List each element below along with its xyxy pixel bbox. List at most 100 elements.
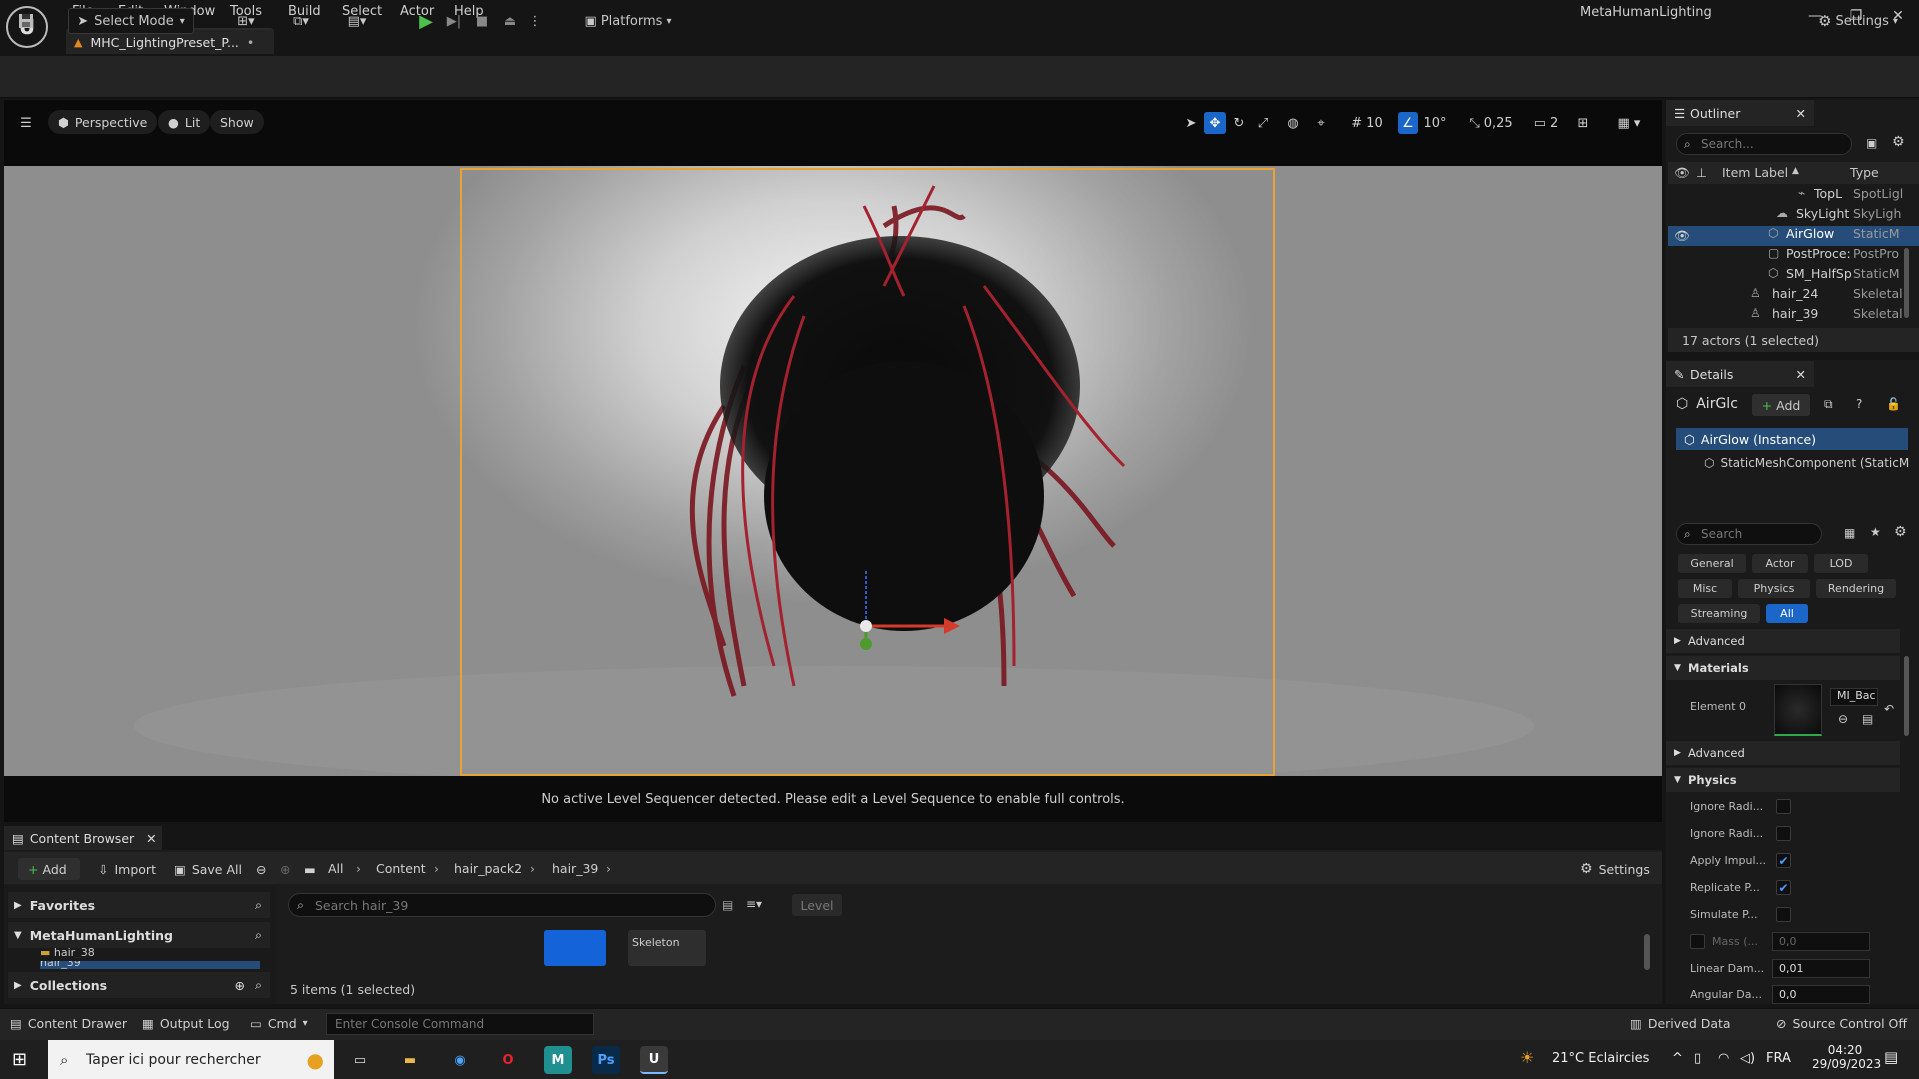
viewport-scene[interactable]	[4, 166, 1662, 776]
grid-snap-button[interactable]: # 10	[1344, 112, 1390, 134]
world-space-icon[interactable]: ◍	[1282, 112, 1304, 134]
filter-general[interactable]: General	[1678, 554, 1746, 573]
file-explorer-icon[interactable]: ▬	[396, 1046, 424, 1074]
favorite-star-icon[interactable]: ★	[1870, 525, 1881, 539]
crumb-hair-pack2[interactable]: hair_pack2	[454, 861, 522, 876]
chrome-icon[interactable]: ◉	[446, 1046, 474, 1074]
close-tab-icon[interactable]: ✕	[1796, 367, 1806, 382]
maya-icon[interactable]: M	[544, 1046, 572, 1074]
visibility-icon[interactable]: 👁	[1674, 165, 1690, 181]
photoshop-icon[interactable]: Ps	[592, 1046, 620, 1074]
lit-button[interactable]: ● Lit	[158, 110, 211, 134]
folder-tree[interactable]: ▬ hair_38	[40, 948, 260, 958]
checkbox-checked[interactable]: ✔	[1776, 880, 1791, 895]
collections-section[interactable]: ▶ Collections ⊕ ⌕	[8, 972, 270, 998]
outliner-row[interactable]: ▢ PostProce: PostPro	[1668, 246, 1919, 266]
mass-value[interactable]: 0,0	[1772, 932, 1870, 951]
clock[interactable]: 04:20 29/09/2023	[1812, 1043, 1881, 1071]
platforms-dropdown[interactable]: ▣ Platforms ▾	[578, 8, 678, 34]
filter-actor[interactable]: Actor	[1752, 554, 1808, 573]
weather-text[interactable]: 21°C Eclaircies	[1552, 1051, 1649, 1066]
materials-section[interactable]: ▼ Materials	[1666, 656, 1900, 680]
volume-icon[interactable]: ◁)	[1740, 1051, 1755, 1066]
details-search-input[interactable]: ⌕ Search	[1676, 523, 1822, 545]
select-mode-dropdown[interactable]: ➤ Select Mode ▾	[68, 8, 194, 34]
cb-save-all-button[interactable]: ▣ Save All	[174, 858, 242, 880]
crumb-content[interactable]: Content	[376, 861, 426, 876]
cb-import-button[interactable]: ⇩ Import	[98, 858, 156, 880]
outliner-row[interactable]: ☁ SkyLight SkyLigh	[1668, 206, 1919, 226]
cb-search-input[interactable]: ⌕ Search hair_39	[288, 893, 716, 917]
outliner-row[interactable]: ⌁ TopL SpotLigl	[1668, 186, 1919, 206]
checkbox[interactable]	[1776, 826, 1791, 841]
viewport-menu-icon[interactable]: ☰	[14, 112, 38, 134]
show-button[interactable]: Show	[210, 110, 264, 134]
output-log-button[interactable]: ▦ Output Log	[142, 1016, 230, 1031]
translate-tool-icon[interactable]: ✥	[1204, 112, 1226, 134]
advanced-section-1[interactable]: ▶ Advanced	[1666, 629, 1900, 653]
details-add-button[interactable]: + Add	[1752, 394, 1810, 416]
use-selected-icon[interactable]: ▤	[1862, 712, 1873, 726]
history-forward-icon[interactable]: ⊕	[280, 858, 290, 880]
component-root[interactable]: ⬡ AirGlow (Instance)	[1676, 428, 1908, 450]
outliner-row-selected[interactable]: 👁 ⬡ AirGlow StaticM	[1668, 226, 1919, 246]
filter-rendering[interactable]: Rendering	[1816, 579, 1896, 598]
col-item-label[interactable]: Item Label	[1722, 165, 1788, 180]
camera-speed-button[interactable]: ▭ 2	[1528, 112, 1564, 134]
checkbox[interactable]	[1690, 934, 1705, 949]
lock-icon[interactable]: 🔓	[1886, 397, 1901, 411]
play-icon[interactable]: ▶	[414, 8, 438, 34]
outliner-tab[interactable]: ☰ Outliner ✕	[1666, 100, 1814, 126]
folder-hair-38[interactable]: hair_38	[54, 948, 95, 958]
windows-start-icon[interactable]: ⊞	[12, 1049, 27, 1070]
col-type[interactable]: Type	[1850, 165, 1879, 180]
reset-arrow-icon[interactable]: ↶	[1884, 702, 1894, 716]
perspective-button[interactable]: ⬢ Perspective	[48, 110, 158, 134]
add-collection-icon[interactable]: ⊕	[235, 978, 245, 993]
rotate-tool-icon[interactable]: ↻	[1228, 112, 1250, 134]
cb-scrollbar[interactable]	[1644, 934, 1650, 970]
angular-damping-value[interactable]: 0,0	[1772, 985, 1870, 1004]
close-tab-icon[interactable]: ✕	[1796, 106, 1806, 121]
outliner-row[interactable]: ♙ hair_24 Skeletal	[1668, 286, 1919, 306]
scale-snap-button[interactable]: ⤡ 0,25	[1462, 112, 1520, 134]
blueprint-icon[interactable]: ⧉	[1824, 397, 1833, 412]
search-icon[interactable]: ⌕	[255, 927, 262, 943]
console-command-input[interactable]: Enter Console Command	[326, 1013, 594, 1035]
checkbox[interactable]	[1776, 907, 1791, 922]
help-icon[interactable]: ?	[1856, 397, 1862, 411]
details-scrollbar[interactable]	[1904, 656, 1909, 736]
unreal-taskbar-icon[interactable]: U	[640, 1046, 668, 1074]
linear-damping-value[interactable]: 0,01	[1772, 959, 1870, 978]
checkbox[interactable]	[1776, 799, 1791, 814]
add-folder-icon[interactable]: ▣	[1866, 136, 1877, 150]
step-icon[interactable]: ▶|	[442, 8, 466, 34]
browse-asset-icon[interactable]: ⊖	[1838, 712, 1848, 726]
notification-icon[interactable]: ▤	[1884, 1048, 1898, 1066]
advanced-section-2[interactable]: ▶ Advanced	[1666, 741, 1900, 765]
settings-button[interactable]: ⚙ Settings ▾	[1812, 8, 1904, 34]
source-control-button[interactable]: ⊘ Source Control Off	[1776, 1016, 1907, 1031]
weather-icon[interactable]: ☀	[1520, 1048, 1534, 1067]
pin-icon[interactable]: ⊥	[1696, 165, 1707, 180]
filter-icon[interactable]: ≡▾	[746, 897, 762, 911]
save-icon[interactable]	[14, 8, 38, 34]
asset-thumbnail-selected[interactable]	[544, 930, 606, 966]
layout-icon[interactable]: ⊞	[1572, 112, 1594, 134]
gear-icon[interactable]: ⚙	[1894, 524, 1907, 540]
rotation-snap-value[interactable]: 10°	[1420, 112, 1450, 134]
rotation-snap-icon[interactable]: ∠	[1398, 112, 1418, 134]
folder-browse-icon[interactable]: ▬	[304, 858, 316, 880]
filter-all[interactable]: All	[1766, 604, 1808, 623]
folder-hair-39[interactable]: hair_39	[40, 961, 81, 969]
content-drawer-button[interactable]: ▤ Content Drawer	[10, 1016, 127, 1031]
opera-icon[interactable]: O	[494, 1046, 522, 1074]
stop-icon[interactable]: ■	[470, 8, 494, 34]
favorites-section[interactable]: ▶ Favorites ⌕	[8, 892, 270, 918]
physics-section[interactable]: ▼ Physics	[1666, 768, 1900, 792]
eject-icon[interactable]: ⏏	[498, 8, 522, 34]
asset-tile-skeleton[interactable]: Skeleton	[628, 930, 706, 966]
cinematics-icon[interactable]: ▤▾	[338, 8, 376, 34]
viewport-layout-dropdown[interactable]: ▦ ▾	[1604, 112, 1654, 134]
project-section[interactable]: ▼ MetaHumanLighting ⌕	[8, 922, 270, 948]
